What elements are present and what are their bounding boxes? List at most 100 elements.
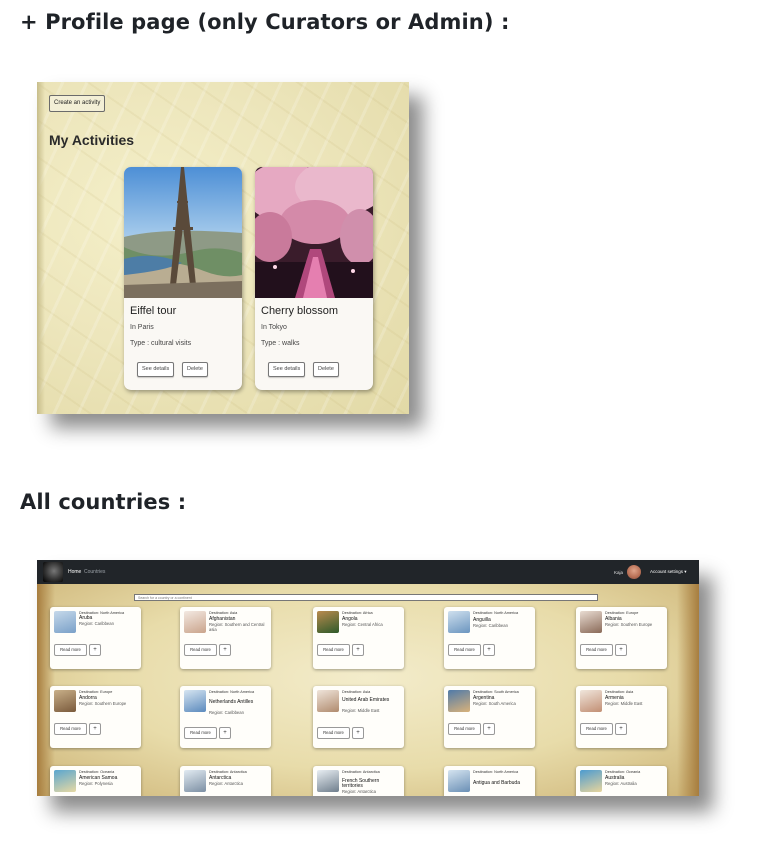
country-card: Destination: Asia United Arab Emirates Reg… bbox=[313, 686, 404, 748]
activity-location: In Tokyo bbox=[261, 324, 287, 331]
add-button[interactable]: + bbox=[615, 644, 627, 656]
parchment-edge bbox=[677, 584, 699, 796]
read-more-button[interactable]: Read more bbox=[317, 727, 350, 739]
add-button[interactable]: + bbox=[89, 723, 101, 735]
account-settings-dropdown[interactable]: Account settings ▾ bbox=[650, 569, 687, 575]
country-region: Region: Polynesia bbox=[79, 781, 113, 786]
see-details-button[interactable]: See details bbox=[268, 362, 306, 377]
read-more-button[interactable]: Read more bbox=[54, 723, 87, 735]
add-button[interactable]: + bbox=[219, 727, 231, 739]
country-destination: Destination: Oceania bbox=[79, 770, 115, 774]
read-more-button[interactable]: Read more bbox=[54, 644, 87, 656]
country-name: French Southern territories bbox=[342, 778, 380, 790]
country-region: Region: Middle East bbox=[605, 701, 643, 706]
eiffel-tower-photo bbox=[124, 167, 242, 298]
country-destination: Destination: Antarctica bbox=[342, 770, 380, 774]
country-card: Destination: Asia Armenia Region: Middle E… bbox=[576, 686, 667, 748]
country-image bbox=[184, 770, 206, 792]
activity-title: Eiffel tour bbox=[130, 305, 177, 317]
country-card: Destination: Oceania Australia Region: Aus… bbox=[576, 766, 667, 796]
delete-button[interactable]: Delete bbox=[313, 362, 339, 377]
country-image bbox=[580, 690, 602, 712]
country-destination: Destination: Europe bbox=[79, 690, 113, 694]
read-more-button[interactable]: Read more bbox=[184, 644, 217, 656]
add-button[interactable]: + bbox=[89, 644, 101, 656]
country-region: Region: Caribbean bbox=[209, 710, 244, 715]
add-button[interactable]: + bbox=[483, 723, 495, 735]
country-card: Destination: Oceania American Samoa Region… bbox=[50, 766, 141, 796]
read-more-button[interactable]: Read more bbox=[580, 644, 613, 656]
user-name: Kaja bbox=[614, 570, 624, 575]
profile-heading: + Profile page (only Curators or Admin) … bbox=[20, 10, 510, 34]
country-region: Region: Middle East bbox=[342, 708, 380, 713]
country-image bbox=[580, 611, 602, 633]
delete-button[interactable]: Delete bbox=[182, 362, 208, 377]
read-more-button[interactable]: Read more bbox=[448, 723, 481, 735]
country-destination: Destination: Africa bbox=[342, 611, 373, 615]
nav-countries-link[interactable]: Countries bbox=[84, 569, 105, 575]
country-card: Destination: North America Netherlands An… bbox=[180, 686, 271, 748]
country-destination: Destination: North America bbox=[473, 770, 519, 774]
activity-card: Cherry blossom In Tokyo Type : walks See… bbox=[255, 167, 373, 390]
create-activity-button[interactable]: Create an activity bbox=[49, 95, 106, 112]
activity-card: Eiffel tour In Paris Type : cultural vis… bbox=[124, 167, 242, 390]
country-region: Region: Australia bbox=[605, 781, 637, 786]
country-destination: Destination: Antarctica bbox=[209, 770, 247, 774]
country-region: Region: Caribbean bbox=[473, 623, 508, 628]
add-button[interactable]: + bbox=[615, 723, 627, 735]
country-image bbox=[317, 611, 339, 633]
country-destination: Destination: Asia bbox=[342, 690, 371, 694]
country-image bbox=[580, 770, 602, 792]
country-region: Region: Caribbean bbox=[79, 621, 114, 626]
country-region: Region: Antarctica bbox=[342, 789, 376, 794]
country-card: Destination: Europe Albania Region: Southe… bbox=[576, 607, 667, 669]
country-name: Netherlands Antilles bbox=[209, 699, 254, 705]
country-region: Region: Southern Europe bbox=[605, 622, 653, 627]
country-card: Destination: Asia Afghanistan Region: Sout… bbox=[180, 607, 271, 669]
country-image bbox=[54, 770, 76, 792]
activity-type: Type : walks bbox=[261, 340, 300, 347]
read-more-button[interactable]: Read more bbox=[448, 644, 481, 656]
read-more-button[interactable]: Read more bbox=[317, 644, 350, 656]
add-button[interactable]: + bbox=[352, 727, 364, 739]
country-destination: Destination: North America bbox=[473, 611, 519, 615]
read-more-button[interactable]: Read more bbox=[184, 727, 217, 739]
activity-type: Type : cultural visits bbox=[130, 340, 192, 347]
add-button[interactable]: + bbox=[352, 644, 364, 656]
cherry-blossom-photo bbox=[255, 167, 373, 298]
country-card: Destination: Antarctica Antarctica Region:… bbox=[180, 766, 271, 796]
country-card: Destination: Africa Angola Region: Central… bbox=[313, 607, 404, 669]
country-region: Region: Central Africa bbox=[342, 622, 383, 627]
activity-location: In Paris bbox=[130, 324, 154, 331]
country-card: Destination: Europe Andorra Region: Southe… bbox=[50, 686, 141, 748]
country-name: Antigua and Barbuda bbox=[473, 780, 520, 786]
countries-heading: All countries : bbox=[20, 490, 187, 514]
country-region: Region: Southern Europe bbox=[79, 701, 127, 706]
country-card: Destination: North America Antigua and Ba… bbox=[444, 766, 535, 796]
country-region: Region: Southern and Central asia bbox=[209, 622, 265, 632]
country-image bbox=[317, 690, 339, 712]
country-destination: Destination: Asia bbox=[605, 690, 634, 694]
nav-home-link[interactable]: Home bbox=[68, 569, 81, 575]
country-image bbox=[448, 690, 470, 712]
country-image bbox=[184, 690, 206, 712]
country-destination: Destination: Oceania bbox=[605, 770, 641, 774]
country-image bbox=[54, 690, 76, 712]
read-more-button[interactable]: Read more bbox=[580, 723, 613, 735]
profile-page-screenshot: Create an activity My Activities Eiffel … bbox=[37, 82, 409, 414]
country-card: Destination: North America Aruba Region: C… bbox=[50, 607, 141, 669]
my-activities-title: My Activities bbox=[49, 132, 135, 148]
country-card: Destination: North America Anguilla Region… bbox=[444, 607, 535, 669]
country-destination: Destination: South America bbox=[473, 690, 519, 694]
add-button[interactable]: + bbox=[483, 644, 495, 656]
country-region: Region: Antarctica bbox=[209, 781, 243, 786]
country-destination: Destination: North America bbox=[209, 690, 255, 694]
see-details-button[interactable]: See details bbox=[137, 362, 175, 377]
add-button[interactable]: + bbox=[219, 644, 231, 656]
search-input[interactable]: Search for a country or a continent bbox=[134, 594, 598, 601]
site-logo[interactable] bbox=[43, 562, 63, 582]
country-image bbox=[448, 611, 470, 633]
country-image bbox=[184, 611, 206, 633]
avatar[interactable] bbox=[627, 565, 641, 579]
country-region: Region: South America bbox=[473, 701, 516, 706]
